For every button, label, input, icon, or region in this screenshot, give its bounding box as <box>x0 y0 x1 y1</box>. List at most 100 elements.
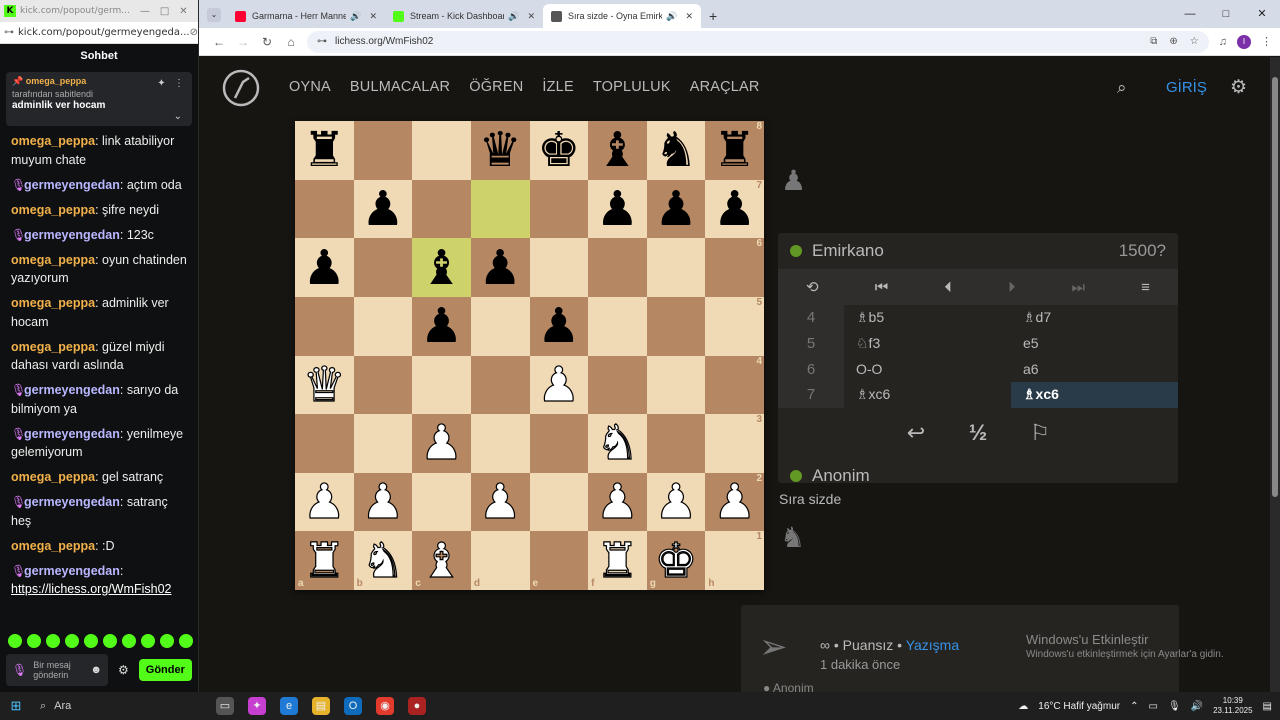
square-f6[interactable] <box>588 238 647 297</box>
square-a5[interactable] <box>295 296 354 356</box>
last-move-icon[interactable]: ⏭ <box>1072 279 1086 296</box>
close-icon[interactable]: ✕ <box>1244 0 1280 28</box>
emote-icon[interactable] <box>179 634 193 648</box>
square-b5[interactable] <box>353 296 413 356</box>
black-move[interactable]: a6 <box>1011 357 1178 383</box>
pinned-message[interactable]: 📌 omega_peppa tarafından sabitlendi admi… <box>6 72 192 126</box>
kick-url[interactable]: kick.com/popout/germeyengeda... <box>18 27 190 38</box>
reload-icon[interactable]: ↻ <box>255 35 279 49</box>
maximize-icon[interactable]: □ <box>1208 0 1244 28</box>
square-a1[interactable]: ♜ a <box>295 531 354 590</box>
square-e4[interactable]: ♟ <box>529 355 589 415</box>
square-f2[interactable]: ♟ <box>588 472 647 532</box>
unpin-icon[interactable]: ✦ <box>157 78 165 89</box>
next-move-icon[interactable]: ⏵ <box>1008 279 1016 296</box>
square-g8[interactable]: ♞ <box>646 121 706 180</box>
nav-item[interactable]: BULMACALAR <box>350 79 450 95</box>
square-d3[interactable] <box>470 414 530 473</box>
square-b8[interactable] <box>353 121 413 180</box>
app-icon[interactable]: ● <box>408 697 426 715</box>
chat-username[interactable]: omega_peppa <box>11 296 95 310</box>
square-f4[interactable] <box>588 355 647 415</box>
notification-icon[interactable]: ▤ <box>1263 701 1272 712</box>
emote-icon[interactable] <box>27 634 41 648</box>
white-pawn-icon[interactable]: ♟ <box>654 477 698 526</box>
white-pawn-icon[interactable]: ♟ <box>361 477 405 526</box>
zoom-icon[interactable]: ⊕ <box>1169 36 1177 47</box>
emote-icon[interactable] <box>103 634 117 648</box>
browser-tab[interactable]: Sıra sizde - Oyna Emirkano🔊 ✕ <box>543 4 701 28</box>
install-icon[interactable]: ⧉ <box>1150 36 1157 47</box>
profile-avatar[interactable]: I <box>1237 34 1251 49</box>
square-h4[interactable]: 4 <box>705 355 764 415</box>
address-url[interactable]: lichess.org/WmFish02 <box>335 36 433 47</box>
white-pawn-icon[interactable]: ♟ <box>537 360 581 409</box>
site-info-icon[interactable]: ⊶ <box>4 27 14 38</box>
search-icon[interactable]: ⌕ <box>1117 78 1127 98</box>
black-move[interactable]: ♗d7 <box>1011 305 1178 331</box>
chat-settings-icon[interactable]: ⚙ <box>118 663 129 677</box>
square-g5[interactable] <box>646 296 706 356</box>
prev-move-icon[interactable]: ⏴ <box>944 279 952 296</box>
black-pawn-icon[interactable]: ♟ <box>479 244 522 292</box>
minimize-icon[interactable]: — <box>140 6 150 17</box>
square-g1[interactable]: ♚ g <box>646 531 706 590</box>
square-g7[interactable]: ♟ <box>646 179 706 239</box>
emote-icon[interactable] <box>46 634 60 648</box>
hamburger-menu-icon[interactable]: ≡ <box>1141 279 1150 296</box>
edge-icon[interactable]: e <box>280 697 298 715</box>
media-controls-icon[interactable]: ♫ <box>1219 36 1227 48</box>
square-d8[interactable]: ♛ <box>470 121 530 180</box>
square-d5[interactable] <box>470 296 530 356</box>
maximize-icon[interactable]: □ <box>160 6 169 17</box>
chat-username[interactable]: omega_peppa <box>11 340 95 354</box>
white-knight-icon[interactable]: ♞ <box>595 419 639 468</box>
tab-audio-icon[interactable]: 🔊 <box>350 11 361 22</box>
square-h5[interactable]: 5 <box>705 296 764 356</box>
square-d7[interactable] <box>470 179 530 239</box>
first-move-icon[interactable]: ⏮ <box>875 279 889 296</box>
emote-icon[interactable] <box>141 634 155 648</box>
square-g6[interactable] <box>646 238 706 297</box>
square-g3[interactable] <box>646 414 706 473</box>
tracking-off-icon[interactable]: ⊘ <box>190 27 198 38</box>
correspondence-link[interactable]: Yazışma <box>906 637 959 653</box>
square-h7[interactable]: ♟ 7 <box>705 179 764 239</box>
network-icon[interactable]: ▭ <box>1148 701 1157 712</box>
black-bishop-icon[interactable]: ♝ <box>596 126 639 174</box>
black-pawn-icon[interactable]: ♟ <box>420 302 463 350</box>
white-pawn-icon[interactable]: ♟ <box>302 477 346 526</box>
square-f8[interactable]: ♝ <box>588 121 647 180</box>
black-pawn-icon[interactable]: ♟ <box>537 302 580 350</box>
square-h8[interactable]: ♜ 8 <box>705 121 764 180</box>
square-c5[interactable]: ♟ <box>412 296 471 356</box>
white-king-icon[interactable]: ♚ <box>654 536 698 585</box>
black-move[interactable]: ♗xc6 <box>1011 382 1178 408</box>
close-icon[interactable]: ✕ <box>179 6 187 17</box>
square-e3[interactable] <box>529 414 589 473</box>
emote-icon[interactable] <box>122 634 136 648</box>
tab-search-icon[interactable]: ⌄ <box>207 8 221 22</box>
browser-tab[interactable]: Garmarna - Herr Mannelig🔊 ✕ <box>227 4 385 28</box>
nav-item[interactable]: OYNA <box>289 79 331 95</box>
black-queen-icon[interactable]: ♛ <box>479 126 522 174</box>
square-d4[interactable] <box>470 355 530 415</box>
square-a8[interactable]: ♜ <box>295 121 354 180</box>
outlook-icon[interactable]: O <box>344 697 362 715</box>
tab-close-icon[interactable]: ✕ <box>369 11 377 22</box>
takeback-icon[interactable]: ↩ <box>900 420 932 446</box>
back-icon[interactable]: ← <box>207 35 231 49</box>
white-pawn-icon[interactable]: ♟ <box>595 477 639 526</box>
square-b4[interactable] <box>353 355 413 415</box>
home-icon[interactable]: ⌂ <box>279 35 303 49</box>
file-explorer-icon[interactable]: ▤ <box>312 697 330 715</box>
browser-tab[interactable]: Stream - Kick Dashboard 🔊 ✕ <box>385 4 543 28</box>
black-pawn-icon[interactable]: ♟ <box>361 185 404 233</box>
chat-username[interactable]: omega_peppa <box>11 134 95 148</box>
chat-username[interactable]: germeyengedan <box>24 564 120 578</box>
chat-username[interactable]: germeyengedan <box>24 178 120 192</box>
copilot-icon[interactable]: ✦ <box>248 697 266 715</box>
black-pawn-icon[interactable]: ♟ <box>596 185 639 233</box>
square-b1[interactable]: ♞ b <box>353 531 413 590</box>
square-f7[interactable]: ♟ <box>588 179 647 239</box>
